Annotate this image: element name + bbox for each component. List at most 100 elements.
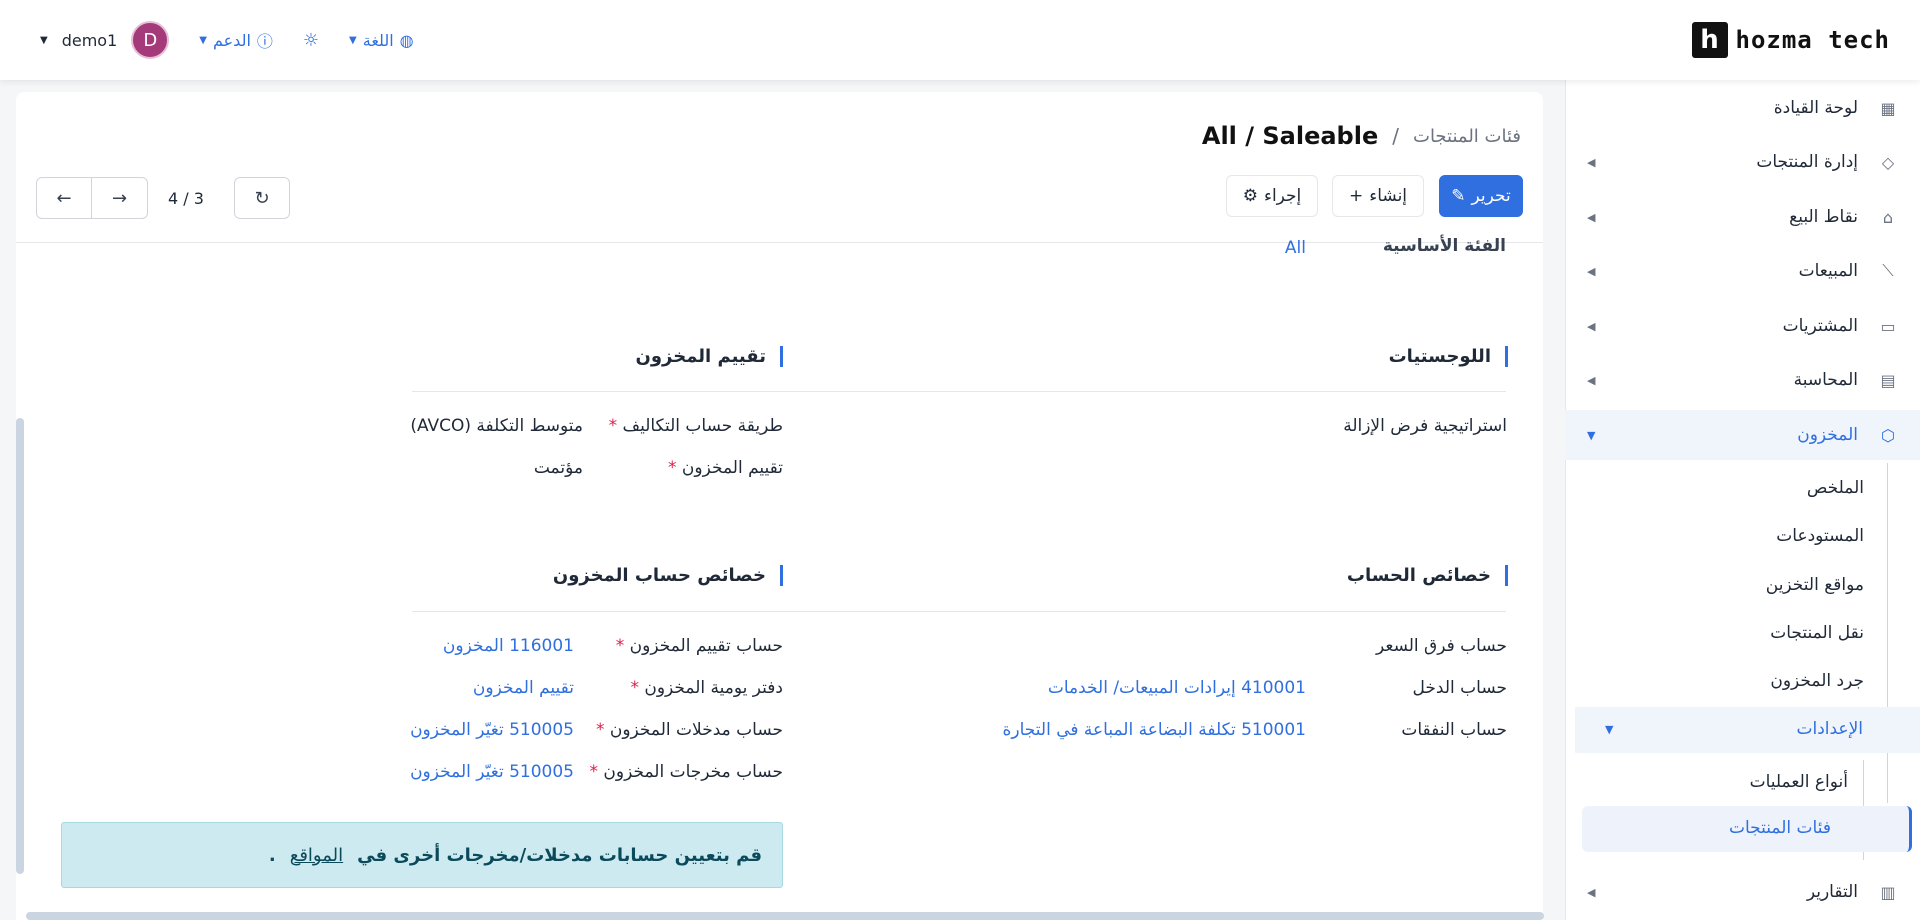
required-mark: * xyxy=(615,636,625,656)
edit-label: تحرير xyxy=(1471,186,1511,206)
stock-output-account-value[interactable]: 510005 تغيّر المخزون xyxy=(410,762,574,782)
control-panel: فئات المنتجات / All / Saleable تحرير ✎ إ… xyxy=(16,92,1543,242)
valuation-label-text: تقييم المخزون xyxy=(681,458,783,478)
sidebar-sub-settings[interactable]: الإعدادات ▼ xyxy=(1575,707,1920,753)
income-account-label: حساب الدخل xyxy=(1412,678,1507,698)
next-record-button[interactable]: → xyxy=(92,177,148,219)
box-icon: ⬡ xyxy=(1881,425,1895,445)
chevron-left-icon: ◀ xyxy=(1587,155,1596,169)
sidebar-sub-stocktake[interactable]: جرد المخزون xyxy=(1634,661,1864,701)
horizontal-scrollbar[interactable] xyxy=(26,912,1544,920)
divider xyxy=(412,391,1506,392)
sidebar-sub-summary[interactable]: الملخص xyxy=(1634,468,1864,508)
sidebar-item-label: المشتريات xyxy=(1782,316,1858,336)
gear-icon: ⚙ xyxy=(1242,186,1258,206)
account-props-section-title: خصائص الحساب xyxy=(1347,565,1508,586)
stock-journal-label-text: دفتر يومية المخزون xyxy=(644,678,783,698)
dashboard-icon: ▦ xyxy=(1880,98,1896,118)
sidebar-subsub-product-categories[interactable]: فئات المنتجات xyxy=(1582,806,1912,852)
sidebar-item-products[interactable]: ◇ إدارة المنتجات ◀ xyxy=(1565,137,1920,187)
chevron-down-icon: ▼ xyxy=(1605,723,1614,736)
sidebar-item-purchases[interactable]: ▭ المشتريات ◀ xyxy=(1565,301,1920,351)
valuation-section-title: تقييم المخزون xyxy=(635,346,783,367)
stock-input-account-value[interactable]: 510005 تغيّر المخزون xyxy=(410,720,574,740)
create-button[interactable]: إنشاء + xyxy=(1332,175,1424,217)
action-button[interactable]: إجراء ⚙ xyxy=(1226,175,1318,217)
sidebar-item-label: المحاسبة xyxy=(1793,370,1858,390)
store-icon: ⌂ xyxy=(1882,207,1894,227)
arrow-right-icon: → xyxy=(111,187,128,209)
sidebar-item-label: لوحة القيادة xyxy=(1773,98,1858,118)
chevron-left-icon: ◀ xyxy=(1587,264,1596,278)
logistics-section-title: اللوجستيات xyxy=(1389,346,1508,367)
sun-icon: ☼ xyxy=(302,29,320,51)
required-mark: * xyxy=(595,720,605,740)
alert-text: قم بتعيين حسابات مدخلات/مخرجات أخرى في xyxy=(357,844,762,866)
sidebar-item-label: إدارة المنتجات xyxy=(1756,152,1858,172)
username: demo1 xyxy=(61,30,118,50)
pager-count: 4 / 3 xyxy=(168,188,204,208)
language-menu[interactable]: ◍ اللغة ▼ xyxy=(349,31,414,50)
language-label: اللغة xyxy=(362,30,394,50)
stock-valuation-account-label: حساب تقييم المخزون * xyxy=(616,636,783,656)
support-label: الدعم xyxy=(212,30,251,50)
breadcrumb-current: All / Saleable xyxy=(1201,122,1379,150)
receipt-icon: ▤ xyxy=(1880,370,1896,390)
brand-logo[interactable]: h hozma tech xyxy=(1691,22,1891,58)
create-label: إنشاء xyxy=(1369,186,1408,206)
chevron-down-icon: ▼ xyxy=(1587,428,1596,442)
brand-name: hozma tech xyxy=(1735,26,1890,54)
globe-icon: ◍ xyxy=(399,30,414,50)
required-mark: * xyxy=(589,762,598,782)
valuation-value[interactable]: مؤتمت xyxy=(534,458,583,478)
support-menu[interactable]: ⓘ الدعم ▼ xyxy=(199,28,273,52)
chevron-down-icon: ▼ xyxy=(349,34,357,46)
parent-category-value[interactable]: All xyxy=(1285,238,1306,258)
price-diff-label: حساب فرق السعر xyxy=(1375,636,1507,656)
removal-strategy-label: استراتيجية فرض الإزالة xyxy=(1343,416,1507,436)
sidebar-item-label: المبيعات xyxy=(1798,261,1858,281)
sidebar-item-pos[interactable]: ⌂ نقاط البيع ◀ xyxy=(1565,192,1920,242)
sidebar-sub-transfers[interactable]: نقل المنتجات xyxy=(1634,613,1864,653)
sidebar-item-sales[interactable]: ⟋ المبيعات ◀ xyxy=(1565,246,1920,296)
sidebar-sub-locations[interactable]: مواقع التخزين xyxy=(1634,565,1864,605)
sidebar-sub-warehouses[interactable]: المستودعات xyxy=(1634,516,1864,556)
sidebar-subsub-operation-types[interactable]: أنواع العمليات xyxy=(1750,772,1848,792)
user-menu[interactable]: ▼ demo1 D xyxy=(40,21,170,59)
tag-icon: ◇ xyxy=(1881,152,1895,172)
chevron-down-icon: ▼ xyxy=(40,34,48,46)
avatar: D xyxy=(131,21,170,59)
prev-record-button[interactable]: ← xyxy=(36,177,92,219)
edit-button[interactable]: تحرير ✎ xyxy=(1439,175,1523,217)
sidebar-item-label: نقاط البيع xyxy=(1789,207,1858,227)
expense-account-value[interactable]: 510001 تكلفة البضاعة المباعة في التجارة xyxy=(1003,720,1307,740)
costing-method-value[interactable]: متوسط التكلفة (AVCO) xyxy=(410,416,583,436)
alert-tail: . xyxy=(268,844,276,866)
sidebar: ▦ لوحة القيادة ◇ إدارة المنتجات ◀ ⌂ نقاط… xyxy=(1565,80,1920,920)
sidebar-item-reports[interactable]: ▥ التقارير ◀ xyxy=(1565,867,1920,917)
required-mark: * xyxy=(608,416,618,436)
valuation-label: تقييم المخزون * xyxy=(668,458,783,478)
theme-toggle[interactable]: ☼ xyxy=(303,30,319,51)
vertical-scrollbar[interactable] xyxy=(16,418,24,874)
top-actions: ◍ اللغة ▼ ☼ ⓘ الدعم ▼ ▼ demo1 D xyxy=(40,20,414,60)
required-mark: * xyxy=(630,678,639,698)
refresh-icon: ↻ xyxy=(254,187,270,209)
report-icon: ▥ xyxy=(1880,882,1896,902)
locations-link[interactable]: المواقع xyxy=(290,845,343,866)
logo-mark: h xyxy=(1691,22,1728,58)
refresh-button[interactable]: ↻ xyxy=(234,177,290,219)
income-account-value[interactable]: 410001 إيرادات المبيعات/ الخدمات xyxy=(1048,678,1306,698)
sidebar-item-dashboard[interactable]: ▦ لوحة القيادة xyxy=(1565,83,1920,133)
costing-method-label-text: طريقة حساب التكاليف xyxy=(622,416,783,436)
stock-valuation-account-value[interactable]: 116001 المخزون xyxy=(443,636,574,656)
product-categories-label: فئات المنتجات xyxy=(1729,818,1831,838)
sidebar-item-accounting[interactable]: ▤ المحاسبة ◀ xyxy=(1565,355,1920,405)
stock-input-account-label: حساب مدخلات المخزون * xyxy=(596,720,783,740)
plus-icon: + xyxy=(1348,186,1364,206)
stock-journal-label: دفتر يومية المخزون * xyxy=(630,678,783,698)
sidebar-item-inventory[interactable]: ⬡ المخزون ▼ xyxy=(1565,410,1920,460)
stock-journal-value[interactable]: تقييم المخزون xyxy=(473,678,574,698)
info-alert: قم بتعيين حسابات مدخلات/مخرجات أخرى في ا… xyxy=(61,822,783,888)
breadcrumb-parent[interactable]: فئات المنتجات xyxy=(1413,126,1521,147)
